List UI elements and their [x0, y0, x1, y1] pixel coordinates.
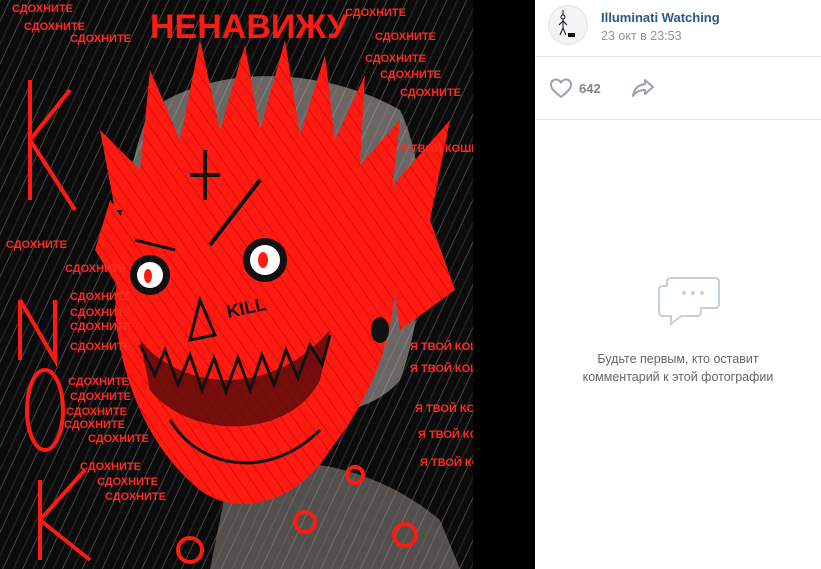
post-header: Illuminati Watching 23 окт в 23:53: [535, 0, 821, 57]
scribble-text: СДОХНИТЕ: [70, 307, 131, 319]
hanging-figure-icon: [558, 10, 575, 37]
title-text: НЕНАВИЖУ: [150, 8, 349, 46]
scribble-text: СДОХНИТЕ: [64, 419, 125, 431]
post-photo[interactable]: НЕНАВИЖУ KILL СДОХНИТЕ СДОХНИТЕ СДОХНИТЕ…: [0, 0, 473, 569]
scribble-text: СДОХНИТЕ: [105, 491, 166, 503]
scribble-text: СДОХНИТЕ: [65, 263, 126, 275]
scribble-text: СДОХНИТЕ: [375, 31, 436, 43]
like-button[interactable]: 642: [549, 77, 601, 99]
like-count: 642: [579, 80, 601, 96]
scribble-text: СДОХНИТЕ: [12, 3, 73, 15]
scribble-text: СДОХНИТЕ: [97, 476, 158, 488]
scribble-text: СДОХНИТЕ: [345, 7, 406, 19]
post-author[interactable]: Illuminati Watching: [601, 10, 720, 25]
scribble-text: Я ТВОЙ КОШМАР: [400, 142, 473, 155]
comments-section: Будьте первым, кто оставит комментарий к…: [535, 120, 821, 569]
photo-viewer[interactable]: НЕНАВИЖУ KILL СДОХНИТЕ СДОХНИТЕ СДОХНИТЕ…: [0, 0, 535, 569]
scribble-text: Я ТВОЙ КОШМАР: [415, 402, 473, 415]
scribble-text: СДОХНИТЕ: [380, 69, 441, 81]
scribble-text: СДОХНИТЕ: [24, 21, 85, 33]
post-actions: 642: [535, 57, 821, 120]
scribble-text: СДОХНИТЕ: [70, 391, 131, 403]
avatar[interactable]: [548, 5, 588, 45]
scribble-text: СДОХНИТЕ: [80, 461, 141, 473]
scribble-text: Я ТВОЙ КОШМАР: [410, 340, 473, 353]
photo-backdrop: [473, 0, 535, 569]
post-date[interactable]: 23 окт в 23:53: [601, 29, 682, 43]
scribble-text: СДОХНИТЕ: [88, 433, 149, 445]
scribble-text: СДОХНИТЕ: [70, 341, 131, 353]
empty-comments-text: Будьте первым, кто оставит комментарий к…: [535, 350, 821, 386]
scribble-text: Я ТВОЙ КОШМАР: [410, 362, 473, 375]
scribble-text: СДОХНИТЕ: [70, 291, 131, 303]
scribble-text: СДОХНИТЕ: [6, 239, 67, 251]
demon-drawing: НЕНАВИЖУ KILL СДОХНИТЕ СДОХНИТЕ СДОХНИТЕ…: [0, 0, 473, 569]
empty-comments-line: комментарий к этой фотографии: [582, 370, 774, 384]
heart-icon: [549, 78, 573, 99]
scribble-text: СДОХНИТЕ: [365, 53, 426, 65]
share-button[interactable]: [631, 77, 655, 104]
scribble-text: Я ТВОЙ КОШМАР: [418, 428, 473, 441]
share-arrow-icon: [632, 79, 654, 97]
scribble-text: Я ТВОЙ КОШМАР: [420, 456, 473, 469]
post-sidebar: Illuminati Watching 23 окт в 23:53 642 Б…: [535, 0, 821, 569]
comment-bubbles-icon: [658, 277, 720, 327]
scribble-text: СДОХНИТЕ: [70, 321, 131, 333]
scribble-text: СДОХНИТЕ: [70, 33, 131, 45]
scribble-text: СДОХНИТЕ: [66, 406, 127, 418]
scribble-text: СДОХНИТЕ: [400, 87, 461, 99]
scribble-text: СДОХНИТЕ: [68, 376, 129, 388]
empty-comments-line: Будьте первым, кто оставит: [597, 352, 759, 366]
